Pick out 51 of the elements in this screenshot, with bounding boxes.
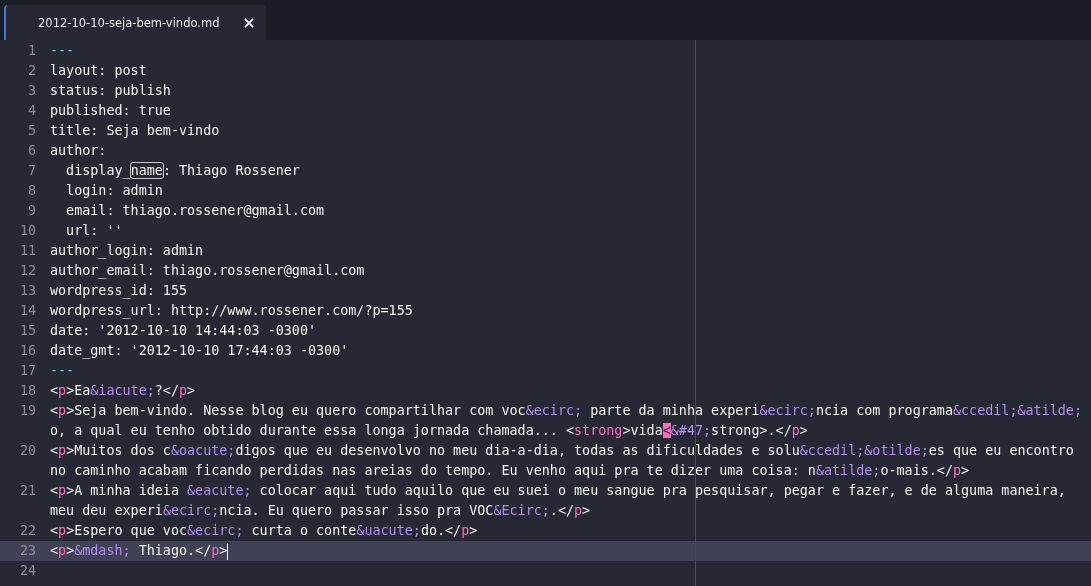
close-icon[interactable]	[244, 17, 254, 28]
code-line: <p>Espero que voc&ecirc; curta o conte&uacute;do.</p>	[50, 522, 478, 540]
line-number: 3	[27, 83, 36, 98]
line-number: 6	[27, 143, 36, 158]
text-cursor	[227, 542, 229, 560]
line-number: 8	[27, 183, 36, 198]
code-line: layout: post	[50, 62, 147, 80]
line-number: 20	[19, 443, 36, 458]
line-number: 22	[19, 523, 36, 538]
line-number: 15	[19, 323, 36, 338]
code-line: login: admin	[65, 182, 163, 200]
code-line: author_email: thiago.rossener@gmail.com	[50, 262, 365, 280]
line-number: 13	[19, 283, 36, 298]
line-number: 1	[27, 43, 36, 58]
code-line: date_gmt: '2012-10-10 17:44:03 -0300'	[50, 342, 349, 360]
code-line: <p>A minha ideia &eacute; colocar aqui tudo aquilo que eu suei o meu sangue pra pesquisar, pegar e fazer, e de alguma maneira,	[50, 482, 1066, 500]
line-number: 23	[19, 543, 36, 558]
line-number: 10	[19, 223, 36, 238]
line-number: 17	[19, 363, 36, 378]
code-line: status: publish	[50, 82, 171, 100]
line-number: 5	[27, 123, 36, 138]
code-line: <p>Seja bem-vindo. Nesse blog eu quero compartilhar com voc&ecirc; parte da minha experi&ecirc;ncia com programa&ccedil;&atilde;	[50, 402, 1082, 420]
line-number: 24	[19, 563, 36, 578]
code-line: wordpress_id: 155	[50, 282, 188, 300]
line-number: 12	[19, 263, 36, 278]
code-line: meu deu experi&ecirc;ncia. Eu quero passar isso pra VOC&Ecirc;.</p>	[50, 502, 591, 520]
file-tab[interactable]: 2012-10-10-seja-bem-vindo.md	[4, 5, 266, 40]
line-number: 14	[19, 303, 36, 318]
code-line: ---	[50, 42, 75, 60]
line-number: 18	[19, 383, 36, 398]
code-line: author:	[50, 142, 107, 160]
code-line: author_login: admin	[50, 242, 204, 260]
code-line: no caminho acabam ficando perdidas nas areias do tempo. Eu venho aqui pra te dizer uma coisa: n&atilde;o-mais.</p>	[50, 462, 970, 480]
code-line: wordpress_url: http://www.rossener.com/?p=155	[50, 302, 413, 320]
line-number: 7	[27, 163, 36, 178]
code-line: <p>&mdash; Thiago.</p>	[50, 542, 228, 560]
line-number: 11	[19, 243, 36, 258]
line-number: 19	[19, 403, 36, 418]
line-number: 2	[27, 63, 36, 78]
line-number: 9	[27, 203, 36, 218]
line-number: 21	[19, 483, 36, 498]
code-line: date: '2012-10-10 14:44:03 -0300'	[50, 322, 317, 340]
code-line: published: true	[50, 102, 171, 120]
code-line: ---	[50, 362, 75, 380]
line-number: 4	[27, 103, 36, 118]
code-line: <p>Ea&iacute;?</p>	[50, 382, 196, 400]
code-line: url: ''	[65, 222, 123, 240]
line-number: 16	[19, 343, 36, 358]
code-line: title: Seja bem-vindo	[50, 122, 220, 140]
code-line: email: thiago.rossener@gmail.com	[65, 202, 325, 220]
code-line: <p>Muitos dos c&oacute;digos que eu desenvolvo no meu dia-a-dia, todas as dificuldades e solu&ccedil;&otilde;es que eu encontro	[50, 442, 1074, 460]
